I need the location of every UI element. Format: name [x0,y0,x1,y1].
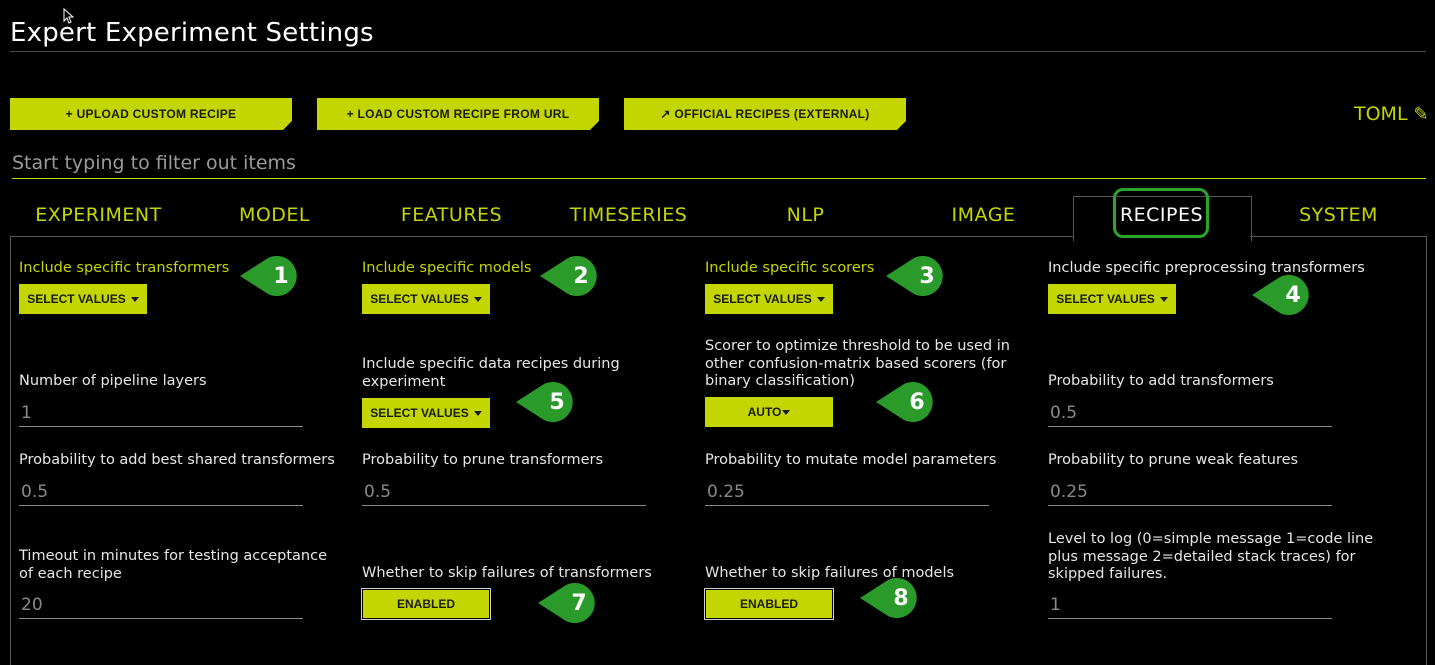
log-level-label: Level to log (0=simple message 1=code li… [1048,531,1373,584]
pipeline-layers-label: Number of pipeline layers [19,373,207,389]
toml-label: TOML [1354,103,1408,125]
timeout-label-line: of each recipe [19,565,122,582]
log-level-input[interactable] [1048,592,1332,619]
callout-badge-1: 1 [238,254,306,298]
log-level-label-line: skipped failures. [1048,566,1168,582]
chevron-down-icon [130,296,139,302]
include-models-label: Include specific models [362,260,532,276]
load-recipe-from-url-button[interactable]: + LOAD CUSTOM RECIPE FROM URL [317,98,599,130]
prob-mutate-params-label: Probability to mutate model parameters [705,452,997,468]
chevron-down-icon [473,296,482,302]
prob-add-best-shared-input[interactable] [19,479,303,506]
tab-nlp[interactable]: NLP [727,204,884,226]
title-divider [10,51,1426,52]
panel-border [10,236,11,665]
tab-image[interactable]: IMAGE [905,204,1062,226]
threshold-scorer-label: Scorer to optimize threshold to be used … [705,338,1010,391]
include-preprocessing-select-button[interactable]: SELECT VALUES [1048,284,1176,314]
log-level-label-line: plus message 2=detailed stack traces) fo… [1048,548,1356,565]
tab-timeseries[interactable]: TIMESERIES [550,204,707,226]
timeout-label: Timeout in minutes for testing acceptanc… [19,548,327,583]
tab-highlight-ring [1113,188,1209,238]
prob-add-best-shared-label: Probability to add best shared transform… [19,452,335,468]
panel-border [1426,236,1427,665]
prob-add-transformers-input[interactable] [1048,400,1332,427]
threshold-scorer-label-line: Scorer to optimize threshold to be used … [705,338,1010,354]
chevron-down-icon [816,296,825,302]
skip-transformers-label: Whether to skip failures of transformers [362,565,652,581]
include-transformers-label: Include specific transformers [19,260,230,276]
filter-input[interactable] [12,148,1426,179]
pencil-icon: ✎ [1413,103,1429,125]
prob-mutate-params-input[interactable] [705,479,989,506]
callout-badge-8: 8 [858,576,926,620]
panel-border [1250,236,1426,237]
data-recipes-label-line: Include specific data recipes during [362,356,620,372]
toml-button[interactable]: TOML ✎ [1354,103,1429,125]
callout-badge-6: 6 [874,380,942,424]
include-transformers-select-button[interactable]: SELECT VALUES [19,284,147,314]
callout-badge-2: 2 [538,254,606,298]
panel-border [10,236,1073,237]
tab-model[interactable]: MODEL [196,204,353,226]
chevron-down-icon [782,409,791,415]
prob-prune-weak-input[interactable] [1048,479,1332,506]
chevron-down-icon [1159,296,1168,302]
timeout-input[interactable] [19,592,303,619]
chevron-down-icon [473,410,482,416]
tab-experiment[interactable]: EXPERIMENT [20,204,177,226]
threshold-scorer-label-line: binary classification) [705,373,855,389]
page-title: Expert Experiment Settings [10,18,374,48]
skip-models-toggle[interactable]: ENABLED [704,588,834,620]
callout-badge-3: 3 [884,254,952,298]
log-level-label-line: Level to log (0=simple message 1=code li… [1048,531,1374,547]
include-models-select-button[interactable]: SELECT VALUES [362,284,490,314]
timeout-label-line: Timeout in minutes for testing acceptanc… [19,548,328,564]
threshold-scorer-label-line: other confusion-matrix based scorers (fo… [705,355,1007,372]
skip-transformers-toggle[interactable]: ENABLED [361,588,491,620]
prob-add-transformers-label: Probability to add transformers [1048,373,1274,389]
tab-features[interactable]: FEATURES [373,204,530,226]
include-scorers-label: Include specific scorers [705,260,875,276]
prob-prune-weak-label: Probability to prune weak features [1048,452,1299,468]
pipeline-layers-input[interactable] [19,400,303,427]
official-recipes-button[interactable]: ↗ OFFICIAL RECIPES (EXTERNAL) [624,98,906,130]
tab-system[interactable]: SYSTEM [1260,204,1417,226]
callout-badge-5: 5 [514,380,582,424]
data-recipes-select-button[interactable]: SELECT VALUES [362,398,490,428]
threshold-scorer-select-button[interactable]: AUTO [705,397,833,427]
callout-badge-4: 4 [1250,273,1318,317]
upload-custom-recipe-button[interactable]: + UPLOAD CUSTOM RECIPE [10,98,292,130]
prob-prune-transformers-input[interactable] [362,479,646,506]
prob-prune-transformers-label: Probability to prune transformers [362,452,604,468]
include-scorers-select-button[interactable]: SELECT VALUES [705,284,833,314]
callout-badge-7: 7 [536,581,604,625]
